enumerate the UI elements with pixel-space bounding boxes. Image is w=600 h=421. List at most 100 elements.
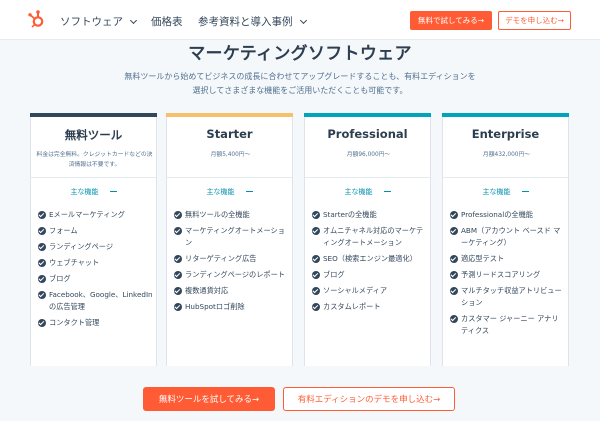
- subtitle-line: 選択してさまざまな機能をご活用いただくことも可能です。: [192, 86, 408, 95]
- chevron-down-icon: [129, 16, 138, 25]
- feature-item: オムニチャネル対応のマーケティングオートメーション: [312, 225, 427, 249]
- divider: [31, 177, 156, 178]
- check-circle-icon: [450, 227, 458, 235]
- feature-label: フォーム: [49, 226, 78, 235]
- collapse-icon: [521, 190, 529, 192]
- feature-label: SEO（検索エンジン最適化）: [323, 254, 417, 263]
- feature-label: ソーシャルメディア: [323, 286, 388, 295]
- feature-list: Eメールマーケティング フォーム ランディングページ ウェブチャット ブログ F…: [38, 209, 153, 333]
- plan-name: 無料ツール: [64, 128, 123, 142]
- nav-item-label: 価格表: [151, 16, 183, 28]
- feature-label: カスタムレポート: [323, 302, 381, 311]
- plan-accent-bar: [304, 113, 431, 117]
- divider: [167, 177, 292, 178]
- hubspot-sprocket-icon[interactable]: [27, 9, 45, 29]
- check-circle-icon: [312, 303, 320, 311]
- check-circle-icon: [312, 227, 320, 235]
- collapse-icon: [383, 190, 391, 192]
- check-circle-icon: [38, 243, 46, 251]
- feature-label: リターゲティング広告: [185, 254, 257, 263]
- feature-item: ウェブチャット: [38, 257, 153, 269]
- nav-item-resources[interactable]: 参考資料と導入事例: [198, 14, 307, 29]
- feature-label: 複数通貨対応: [185, 286, 229, 295]
- check-circle-icon: [38, 319, 46, 327]
- feature-item: Facebook、Google、LinkedInの広告管理: [38, 289, 153, 313]
- divider: [443, 177, 568, 178]
- feature-label: マルチタッチ収益アトリビューション: [461, 286, 562, 307]
- subtitle-line: 無料ツールから始めてビジネスの成長に合わせてアップグレードすることも、有料エディ…: [124, 72, 476, 81]
- check-circle-icon: [174, 271, 182, 279]
- check-circle-icon: [174, 287, 182, 295]
- plan-accent-bar: [166, 113, 293, 117]
- page-subtitle: 無料ツールから始めてビジネスの成長に合わせてアップグレードすることも、有料エディ…: [100, 70, 500, 98]
- plan-name: Starter: [206, 127, 253, 141]
- feature-item: ブログ: [38, 273, 153, 285]
- try-free-tools-button[interactable]: 無料ツールを試してみる→: [143, 387, 275, 411]
- feature-label: コンタクト管理: [49, 318, 100, 327]
- features-label: 主な機能: [206, 188, 235, 196]
- features-toggle[interactable]: 主な機能: [167, 187, 292, 197]
- nav-item-software[interactable]: ソフトウェア: [60, 14, 138, 29]
- features-toggle[interactable]: 主な機能: [443, 187, 568, 197]
- collapse-icon: [109, 190, 117, 192]
- feature-item: 無料ツールの全機能: [174, 209, 289, 221]
- check-circle-icon: [38, 291, 46, 299]
- feature-item: ランディングページのレポート: [174, 269, 289, 281]
- check-circle-icon: [450, 271, 458, 279]
- check-circle-icon: [312, 271, 320, 279]
- check-circle-icon: [38, 227, 46, 235]
- feature-label: Professionalの全機能: [461, 210, 533, 219]
- request-paid-demo-button[interactable]: 有料エディションのデモを申し込む→: [283, 387, 455, 411]
- plan-accent-bar: [442, 113, 569, 117]
- plan-name: Enterprise: [471, 127, 540, 141]
- check-circle-icon: [174, 227, 182, 235]
- feature-label: Facebook、Google、LinkedInの広告管理: [49, 290, 153, 311]
- features-toggle[interactable]: 主な機能: [305, 187, 430, 197]
- check-circle-icon: [450, 315, 458, 323]
- plan-card-free: 無料ツール 料金は完全無料。クレジットカードなどの決済情報は不要です。 主な機能…: [30, 113, 157, 371]
- feature-label: HubSpotロゴ削除: [185, 302, 245, 311]
- feature-item: 複数通貨対応: [174, 285, 289, 297]
- features-label: 主な機能: [482, 188, 511, 196]
- feature-item: マーケティングオートメーション: [174, 225, 289, 249]
- check-circle-icon: [450, 255, 458, 263]
- feature-label: ABM（アカウント ベースド マーケティング）: [461, 226, 561, 247]
- feature-label: Eメールマーケティング: [49, 210, 125, 219]
- request-demo-button[interactable]: デモを申し込む→: [498, 11, 571, 30]
- collapse-icon: [245, 190, 253, 192]
- features-toggle[interactable]: 主な機能: [31, 187, 156, 197]
- feature-item: ブログ: [312, 269, 427, 281]
- check-circle-icon: [174, 211, 182, 219]
- feature-item: Eメールマーケティング: [38, 209, 153, 221]
- feature-item: リターゲティング広告: [174, 253, 289, 265]
- feature-label: マーケティングオートメーション: [185, 226, 285, 247]
- plan-price: 料金は完全無料。クレジットカードなどの決済情報は不要です。: [36, 152, 153, 168]
- feature-label: オムニチャネル対応のマーケティングオートメーション: [323, 226, 424, 247]
- feature-item: 予測リードスコアリング: [450, 269, 565, 281]
- feature-list: Starterの全機能 オムニチャネル対応のマーケティングオートメーション SE…: [312, 209, 427, 317]
- check-circle-icon: [38, 211, 46, 219]
- check-circle-icon: [174, 303, 182, 311]
- feature-label: 適応型テスト: [461, 254, 505, 263]
- nav-item-pricing[interactable]: 価格表: [151, 14, 183, 29]
- features-label: 主な機能: [344, 188, 373, 196]
- check-circle-icon: [312, 287, 320, 295]
- feature-list: 無料ツールの全機能 マーケティングオートメーション リターゲティング広告 ランデ…: [174, 209, 289, 317]
- feature-item: カスタムレポート: [312, 301, 427, 313]
- feature-label: 無料ツールの全機能: [185, 210, 250, 219]
- features-label: 主な機能: [70, 188, 99, 196]
- feature-item: マルチタッチ収益アトリビューション: [450, 285, 565, 309]
- feature-label: ランディングページ: [49, 242, 114, 251]
- check-circle-icon: [312, 211, 320, 219]
- feature-label: Starterの全機能: [323, 210, 377, 219]
- feature-item: HubSpotロゴ削除: [174, 301, 289, 313]
- try-free-button[interactable]: 無料で試してみる→: [410, 11, 492, 30]
- plan-price: 月額432,000円〜: [482, 152, 531, 158]
- check-circle-icon: [450, 287, 458, 295]
- feature-item: コンタクト管理: [38, 317, 153, 329]
- check-circle-icon: [450, 211, 458, 219]
- plan-card-starter: Starter 月額5,400円〜 主な機能 無料ツールの全機能 マーケティング…: [166, 113, 293, 371]
- feature-item: Starterの全機能: [312, 209, 427, 221]
- plan-card-professional: Professional 月額96,000円〜 主な機能 Starterの全機能…: [304, 113, 431, 371]
- plan-card-enterprise: Enterprise 月額432,000円〜 主な機能 Professional…: [442, 113, 569, 371]
